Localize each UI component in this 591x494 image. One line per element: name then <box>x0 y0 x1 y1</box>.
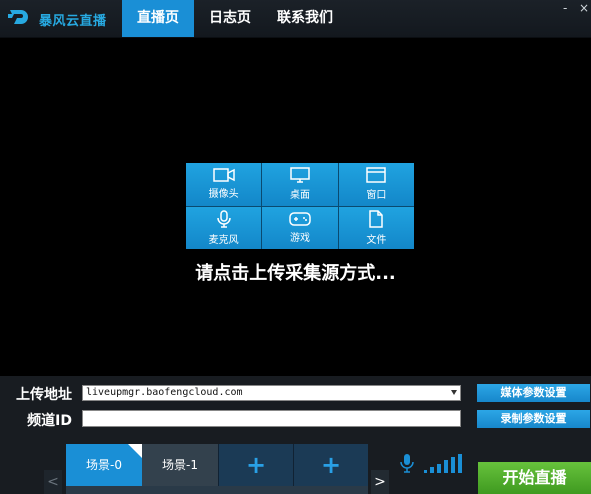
source-desktop-label: 桌面 <box>289 190 310 202</box>
title-bar: 暴风云直播 直播页 日志页 联系我们 - × <box>0 0 591 38</box>
source-camera-label: 摄像头 <box>208 189 239 201</box>
scene-strip <box>66 486 368 494</box>
app-title: 暴风云直播 <box>39 13 107 29</box>
app-logo: 暴风云直播 <box>8 8 107 30</box>
scene-tab-1[interactable]: 场景-1 <box>142 444 218 486</box>
camera-icon <box>212 168 235 182</box>
tab-live[interactable]: 直播页 <box>122 0 194 37</box>
source-game-button[interactable]: 游戏 <box>262 206 338 249</box>
minimize-icon[interactable]: - <box>563 2 567 14</box>
window-icon <box>366 167 387 183</box>
scene-next-button[interactable]: > <box>371 470 389 494</box>
add-scene-button[interactable]: + <box>293 444 368 486</box>
tab-log[interactable]: 日志页 <box>196 0 264 37</box>
file-icon <box>368 210 384 228</box>
close-icon[interactable]: × <box>579 2 589 14</box>
microphone-icon <box>216 210 232 228</box>
channel-id-input[interactable] <box>82 410 461 427</box>
upload-address-select[interactable]: liveupmgr.baofengcloud.com <box>82 385 461 401</box>
channel-id-label: 频道ID <box>27 413 72 429</box>
logo-icon <box>8 8 34 30</box>
source-grid: 摄像头 桌面 窗口 麦克风 游戏 文件 <box>186 163 414 249</box>
source-window-label: 窗口 <box>366 190 387 202</box>
source-file-button[interactable]: 文件 <box>338 206 414 249</box>
upload-address-value: liveupmgr.baofengcloud.com <box>86 387 243 398</box>
monitor-icon <box>290 167 310 183</box>
source-file-label: 文件 <box>366 234 387 246</box>
media-params-button[interactable]: 媒体参数设置 <box>477 384 590 402</box>
chevron-down-icon[interactable] <box>451 390 457 395</box>
source-microphone-button[interactable]: 麦克风 <box>186 206 262 249</box>
gamepad-icon <box>289 212 311 226</box>
source-desktop-button[interactable]: 桌面 <box>262 163 338 206</box>
start-live-button[interactable]: 开始直播 <box>478 462 591 494</box>
source-microphone-label: 麦克风 <box>208 234 239 246</box>
scene-prev-button[interactable]: < <box>44 470 62 494</box>
source-hint-text: 请点击上传采集源方式... <box>195 263 396 284</box>
add-scene-button[interactable]: + <box>218 444 293 486</box>
tab-contact[interactable]: 联系我们 <box>266 0 344 37</box>
source-game-label: 游戏 <box>289 232 310 244</box>
source-camera-button[interactable]: 摄像头 <box>186 163 262 206</box>
record-params-button[interactable]: 录制参数设置 <box>477 410 590 428</box>
microphone-icon[interactable] <box>400 453 414 477</box>
upload-address-label: 上传地址 <box>16 387 72 403</box>
source-window-button[interactable]: 窗口 <box>338 163 414 206</box>
scene-selected-corner-icon <box>128 444 142 458</box>
signal-strength-icon <box>424 454 462 478</box>
